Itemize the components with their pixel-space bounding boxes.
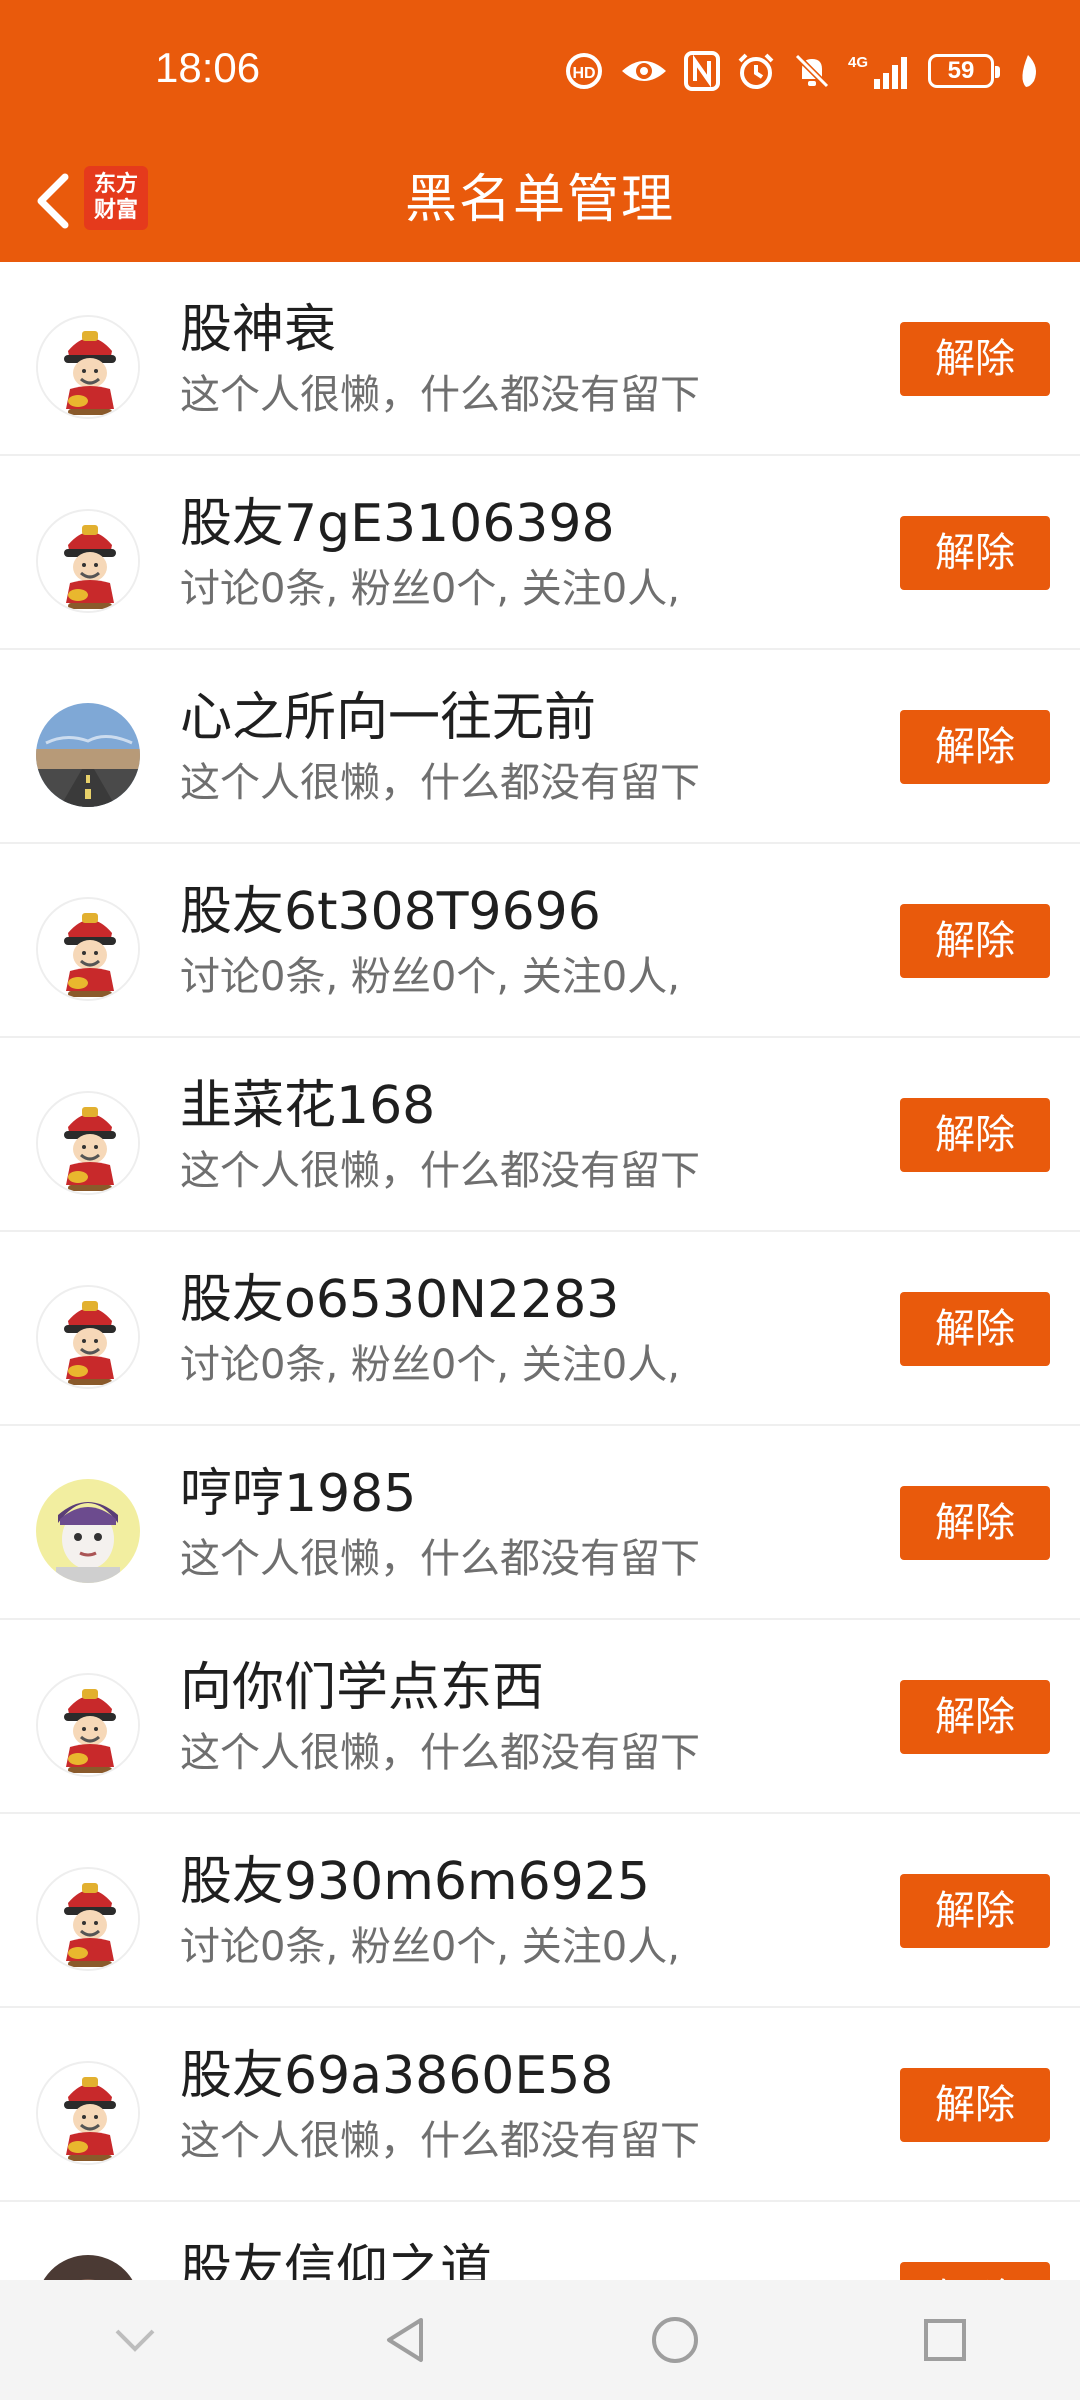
list-item: 股友69a3860E58 这个人很懒，什么都没有留下 解除 [0, 2008, 1080, 2202]
unblock-button[interactable]: 解除 [900, 1486, 1050, 1560]
unblock-button[interactable]: 解除 [900, 1680, 1050, 1754]
user-description: 这个人很懒，什么都没有留下 [180, 1730, 700, 1776]
unblock-button[interactable]: 解除 [900, 2068, 1050, 2142]
user-name[interactable]: 股友6t308T9696 [180, 880, 601, 944]
user-description: 这个人很懒，什么都没有留下 [180, 1148, 700, 1194]
signal-4g-icon: 4G [848, 51, 912, 91]
unblock-button[interactable]: 解除 [900, 516, 1050, 590]
svg-text:4G: 4G [848, 54, 868, 71]
list-item: 股友7gE3106398 讨论0条, 粉丝0个, 关注0人, 解除 [0, 456, 1080, 650]
unblock-button[interactable]: 解除 [900, 322, 1050, 396]
unblock-button[interactable]: 解除 [900, 710, 1050, 784]
nfc-icon [684, 51, 720, 91]
blacklist: 股神衰 这个人很懒，什么都没有留下 解除 股友7gE3106398 讨论0条, … [0, 262, 1080, 2396]
user-name[interactable]: 韭菜花168 [180, 1074, 435, 1138]
avatar[interactable] [36, 703, 140, 807]
user-name[interactable]: 向你们学点东西 [180, 1656, 544, 1720]
user-description: 这个人很懒，什么都没有留下 [180, 372, 700, 418]
list-item: 韭菜花168 这个人很懒，什么都没有留下 解除 [0, 1038, 1080, 1232]
battery-icon: 59 [928, 54, 1000, 88]
user-description: 这个人很懒，什么都没有留下 [180, 1536, 700, 1582]
unblock-button[interactable]: 解除 [900, 1874, 1050, 1948]
mute-icon [792, 51, 832, 91]
list-item: 股友930m6m6925 讨论0条, 粉丝0个, 关注0人, 解除 [0, 1814, 1080, 2008]
recents-square-icon[interactable] [905, 2300, 985, 2380]
collapse-chevron-icon[interactable] [95, 2300, 175, 2380]
eye-icon [620, 55, 668, 87]
hd-icon: HD [564, 51, 604, 91]
user-description: 讨论0条, 粉丝0个, 关注0人, [180, 954, 680, 1000]
list-item: 股神衰 这个人很懒，什么都没有留下 解除 [0, 262, 1080, 456]
svg-text:HD: HD [572, 65, 595, 82]
list-item: 股友6t308T9696 讨论0条, 粉丝0个, 关注0人, 解除 [0, 844, 1080, 1038]
user-name[interactable]: 股友69a3860E58 [180, 2044, 613, 2108]
user-name[interactable]: 股友930m6m6925 [180, 1850, 650, 1914]
list-item: 心之所向一往无前 这个人很懒，什么都没有留下 解除 [0, 650, 1080, 844]
back-triangle-icon[interactable] [365, 2300, 445, 2380]
user-description: 讨论0条, 粉丝0个, 关注0人, [180, 1342, 680, 1388]
home-circle-icon[interactable] [635, 2300, 715, 2380]
alarm-icon [736, 51, 776, 91]
list-item: 股友o6530N2283 讨论0条, 粉丝0个, 关注0人, 解除 [0, 1232, 1080, 1426]
status-bar: 18:06 HD 4G 59 [0, 0, 1080, 140]
user-name[interactable]: 股神衰 [180, 298, 336, 362]
avatar[interactable] [36, 1091, 140, 1195]
nav-bar: 东方 财富 黑名单管理 [0, 140, 1080, 262]
list-item: 向你们学点东西 这个人很懒，什么都没有留下 解除 [0, 1620, 1080, 1814]
avatar[interactable] [36, 509, 140, 613]
status-icons: HD 4G 59 [564, 48, 1040, 94]
avatar[interactable] [36, 2061, 140, 2165]
user-name[interactable]: 股友o6530N2283 [180, 1268, 619, 1332]
user-description: 讨论0条, 粉丝0个, 关注0人, [180, 1924, 680, 1970]
app-header: 18:06 HD 4G 59 东方 财富 黑名单管理 [0, 0, 1080, 262]
avatar[interactable] [36, 315, 140, 419]
user-name[interactable]: 哼哼1985 [180, 1462, 416, 1526]
system-nav-bar [0, 2280, 1080, 2400]
avatar[interactable] [36, 1285, 140, 1389]
avatar[interactable] [36, 1867, 140, 1971]
unblock-button[interactable]: 解除 [900, 904, 1050, 978]
user-description: 讨论0条, 粉丝0个, 关注0人, [180, 566, 680, 612]
unblock-button[interactable]: 解除 [900, 1098, 1050, 1172]
user-description: 这个人很懒，什么都没有留下 [180, 760, 700, 806]
avatar[interactable] [36, 1673, 140, 1777]
avatar[interactable] [36, 897, 140, 1001]
avatar[interactable] [36, 1479, 140, 1583]
status-time: 18:06 [155, 44, 261, 91]
user-name[interactable]: 股友7gE3106398 [180, 492, 615, 556]
user-description: 这个人很懒，什么都没有留下 [180, 2118, 700, 2164]
page-title: 黑名单管理 [404, 170, 675, 230]
leaf-icon [1016, 53, 1040, 89]
unblock-button[interactable]: 解除 [900, 1292, 1050, 1366]
user-name[interactable]: 心之所向一往无前 [180, 686, 596, 750]
list-item: 哼哼1985 这个人很懒，什么都没有留下 解除 [0, 1426, 1080, 1620]
